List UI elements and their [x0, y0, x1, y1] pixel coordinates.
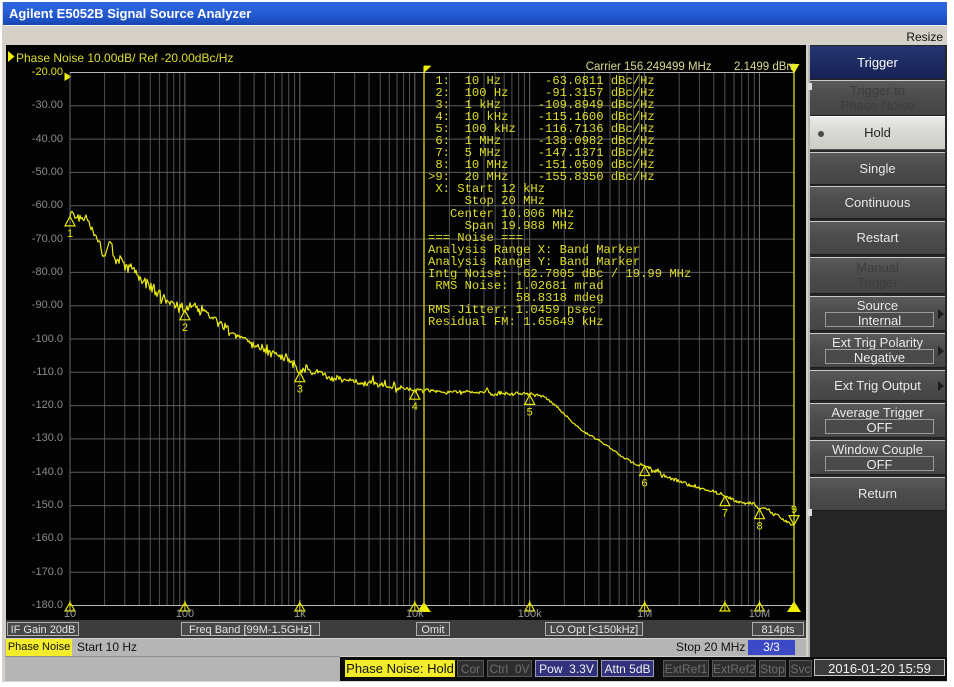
svg-text:8: 8: [756, 521, 762, 533]
svg-text:2: 2: [182, 322, 188, 334]
svg-text:3: 3: [297, 384, 303, 396]
svg-text:4: 4: [412, 401, 418, 413]
svg-text:7: 7: [722, 508, 728, 520]
svg-text:1: 1: [67, 228, 73, 240]
svg-text:5: 5: [527, 406, 533, 418]
svg-text:6: 6: [642, 478, 648, 490]
